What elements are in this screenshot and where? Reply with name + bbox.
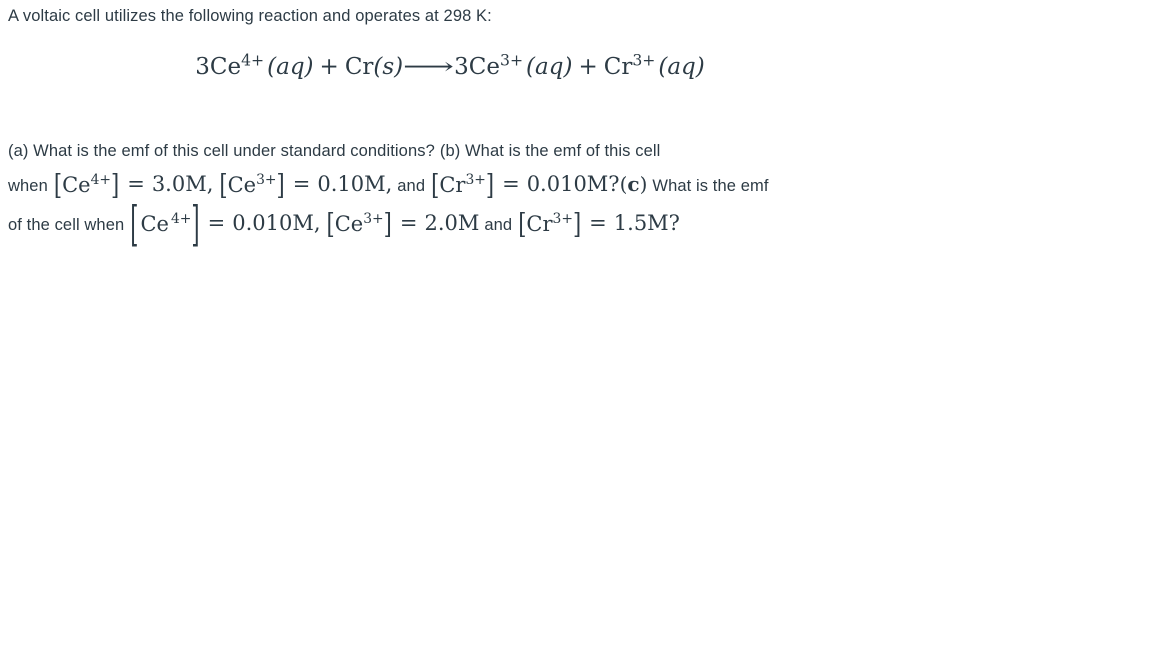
part-b-and-text: and bbox=[397, 177, 426, 195]
intro-statement: A voltaic cell utilizes the following re… bbox=[8, 7, 492, 25]
part-c-lead-text: What is the emf bbox=[652, 177, 769, 195]
concentration-value-3: 0.010M? bbox=[526, 172, 620, 196]
bracket-close: ] bbox=[485, 168, 495, 202]
species-label: Ce bbox=[227, 173, 257, 197]
part-c-and-text: and bbox=[484, 216, 513, 234]
bracket-close: ] bbox=[572, 207, 582, 241]
concentration-value-2: 0.10M, bbox=[317, 172, 393, 196]
equals-sign-6: = bbox=[589, 211, 607, 235]
redox-equation: 3Ce4+ (aq) + Cr(s)⟶3Ce3+ (aq) + Cr3+ (aq) bbox=[195, 52, 705, 80]
reaction-arrow-icon: ⟶ bbox=[403, 54, 455, 80]
question-line-1: (a) What is the emf of this cell under s… bbox=[8, 136, 908, 166]
reactant-1-state: (aq) bbox=[267, 54, 314, 80]
bracket-open: [ bbox=[518, 207, 527, 241]
concentration-cr3plus-c: [Cr3+] bbox=[517, 203, 582, 245]
species-label: Ce bbox=[62, 173, 91, 197]
species-charge: 3+ bbox=[552, 211, 573, 227]
part-b-when-text: when bbox=[8, 177, 48, 195]
reactant-1-species: Ce bbox=[209, 54, 242, 80]
question-line-2: when [Ce4+] = 3.0M, [Ce3+] = 0.10M, and [Cr3+] = 0… bbox=[8, 166, 908, 202]
problem-page: A voltaic cell utilizes the following re… bbox=[0, 0, 1152, 648]
bracket-open: [ bbox=[219, 168, 228, 202]
plus-operator-2: + bbox=[578, 54, 598, 80]
reactant-1-charge: 4+ bbox=[241, 50, 265, 70]
species-label: Cr bbox=[526, 212, 553, 236]
part-c-label: (c) bbox=[620, 172, 648, 196]
concentration-ce4plus-b: [Ce4+] bbox=[53, 167, 120, 203]
concentration-value-1: 3.0M, bbox=[151, 172, 214, 196]
reactant-2-species: Cr bbox=[344, 54, 374, 80]
product-1-state: (aq) bbox=[526, 54, 573, 80]
bracket-open: [ bbox=[431, 168, 440, 202]
equals-sign-4: = bbox=[207, 211, 226, 235]
product-2-charge: 3+ bbox=[632, 50, 656, 70]
species-label: Ce bbox=[140, 212, 169, 236]
product-2-species: Cr bbox=[603, 54, 633, 80]
plus-operator-1: + bbox=[319, 54, 339, 80]
part-c-letter: c bbox=[627, 172, 640, 196]
product-1-charge: 3+ bbox=[500, 50, 524, 70]
part-c-paren-close: ) bbox=[639, 172, 648, 196]
equals-sign-5: = bbox=[399, 211, 418, 235]
concentration-value-5: 2.0M bbox=[424, 211, 480, 235]
part-b-lead-text: (b) What is the emf of this cell bbox=[439, 142, 661, 160]
species-label: Cr bbox=[439, 173, 466, 197]
bracket-open: [ bbox=[53, 168, 63, 202]
species-charge: 3+ bbox=[465, 172, 486, 188]
bracket-close: ] bbox=[191, 197, 200, 251]
equals-sign-3: = bbox=[502, 172, 520, 196]
equals-sign-2: = bbox=[292, 172, 311, 196]
species-charge: 3+ bbox=[256, 172, 277, 188]
question-line-3: of the cell when [Ce 4+] = 0.010M, [Ce3+] = 2.0… bbox=[8, 197, 908, 251]
question-body: (a) What is the emf of this cell under s… bbox=[8, 136, 908, 251]
bracket-close: ] bbox=[276, 168, 285, 202]
part-c-when-text: of the cell when bbox=[8, 216, 125, 234]
species-charge: 3+ bbox=[363, 211, 384, 227]
bracket-close: ] bbox=[111, 168, 120, 202]
bracket-open: [ bbox=[326, 207, 335, 241]
species-charge: 4+ bbox=[170, 211, 192, 227]
bracket-close: ] bbox=[383, 207, 392, 241]
display-equation: 3Ce4+ (aq) + Cr(s)⟶3Ce3+ (aq) + Cr3+ (aq) bbox=[0, 50, 900, 84]
product-2-state: (aq) bbox=[658, 54, 705, 80]
concentration-ce3plus-c: [Ce3+] bbox=[326, 203, 393, 245]
concentration-value-6: 1.5M? bbox=[613, 211, 680, 235]
part-a-text: (a) What is the emf of this cell under s… bbox=[8, 142, 435, 160]
concentration-value-4: 0.010M, bbox=[232, 211, 321, 235]
species-charge: 4+ bbox=[90, 172, 111, 188]
concentration-cr3plus-b: [Cr3+] bbox=[430, 167, 495, 203]
concentration-ce4plus-c: [Ce 4+] bbox=[129, 197, 200, 251]
species-label: Ce bbox=[334, 212, 364, 236]
bracket-open: [ bbox=[130, 197, 139, 251]
product-1-species: Ce bbox=[468, 54, 500, 80]
concentration-ce3plus-b: [Ce3+] bbox=[218, 167, 285, 203]
reactant-1-coefficient: 3 bbox=[195, 54, 210, 80]
